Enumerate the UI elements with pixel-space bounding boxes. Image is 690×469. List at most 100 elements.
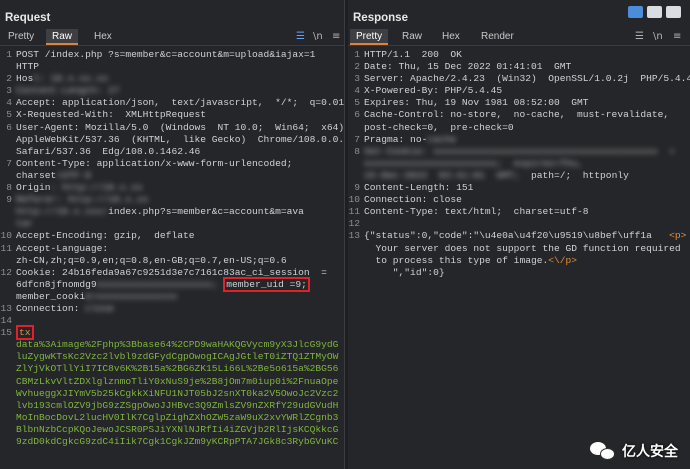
- code-text: Server: Apache/2.4.23 (Win32) OpenSSL/1.…: [364, 73, 690, 85]
- code-line: 5 Expires: Thu, 19 Nov 1981 08:52:00 GMT: [348, 97, 690, 109]
- line-number: 10: [0, 230, 12, 242]
- code-line: lvb193cmlOZV9jbG9zZSgpOwoJJHBvc3Q9ZmlsZV…: [0, 400, 344, 412]
- line-text: Server: Apache/2.4.23 (Win32) OpenSSL/1.…: [360, 73, 690, 85]
- code-line: WvhueggXJIYmV5b25kCgkkXiNFU1NJT05bJ2snXT…: [0, 388, 344, 400]
- line-text: {"status":0,"code":"\u4e0a\u4f20\u9519\u…: [360, 230, 686, 242]
- line-text: Origin: http://10.x.xx: [12, 182, 143, 194]
- redacted-text: : http://10.x.xx: [50, 182, 143, 194]
- line-number: [348, 267, 360, 279]
- line-text: Content-Length: 27: [12, 85, 120, 97]
- code-line: Your server does not support the GD func…: [348, 243, 690, 255]
- split-horizontal-icon[interactable]: [647, 6, 662, 18]
- code-text: Accept-Encoding: gzip, deflate: [16, 230, 195, 242]
- line-text: Expires: Thu, 19 Nov 1981 08:52:00 GMT: [360, 97, 589, 109]
- tab-response-raw[interactable]: Raw: [396, 29, 428, 45]
- line-number: 2: [354, 61, 360, 73]
- wechat-icon: [590, 442, 616, 460]
- line-number: 13: [0, 302, 12, 314]
- code-text: charset: [16, 169, 57, 181]
- highlight-box: member_uid =9;: [223, 276, 310, 292]
- line-number: [0, 376, 12, 388]
- line-text: to process this type of image.<\/p>: [360, 254, 578, 267]
- menu-icon[interactable]: ≡: [332, 31, 340, 42]
- line-text: X-Powered-By: PHP/5.4.45: [360, 85, 502, 97]
- line-text: HTTP: [12, 61, 39, 73]
- line-text: luZygwKTsKc2Vzc2lvbl9zdGFydCgpOwogICAgJG…: [12, 351, 338, 363]
- code-text: X-Powered-By: PHP/5.4.45: [364, 85, 503, 97]
- line-number: 3: [6, 85, 12, 97]
- line-number: [0, 146, 12, 158]
- redacted-text: =UTF-8: [56, 169, 91, 181]
- line-number: [0, 424, 12, 436]
- line-number: [0, 206, 12, 218]
- code-line: 10 Connection: close: [348, 194, 690, 206]
- code-line: 9 Referer: http://10.x.xx: [0, 194, 344, 206]
- line-number: 4: [354, 85, 360, 97]
- code-text: Content-Length: 151: [364, 182, 474, 194]
- redacted-text: http://10.x.xxx/: [16, 206, 109, 218]
- code-text: <p>: [669, 230, 687, 242]
- code-text: data%3Aimage%2Fphp%3Bbase64%2CPD9waHAKQG…: [16, 339, 339, 351]
- code-text: WvhueggXJIYmV5b25kCgkkXiNFU1NJT05bJ2snXT…: [16, 387, 339, 399]
- line-text: tar: [12, 218, 33, 230]
- line-text: Connection: close: [12, 303, 114, 315]
- code-line: 4 Accept: application/json, text/javascri…: [0, 97, 344, 109]
- code-line: charset=UTF-8: [0, 170, 344, 182]
- line-text: Set-Cookie: xxxxxxxxxxxxxxxxxxxxxxxxxxxx…: [360, 146, 675, 158]
- code-line: 6 Cache-Control: no-store, no-cache, must…: [348, 109, 690, 121]
- line-number: 8: [6, 182, 12, 194]
- line-number: [0, 218, 12, 230]
- tab-response-hex[interactable]: Hex: [436, 29, 466, 45]
- line-number: [0, 436, 12, 448]
- line-number: [0, 400, 12, 412]
- code-line: 3 Server: Apache/2.4.23 (Win32) OpenSSL/1…: [348, 73, 690, 85]
- code-text: Cache-Control: no-store, no-cache, must-…: [364, 109, 670, 121]
- menu-icon[interactable]: ≡: [673, 31, 681, 42]
- list-icon[interactable]: ☰: [296, 31, 305, 42]
- newline-icon[interactable]: \n: [653, 31, 663, 42]
- line-text: http://10.x.xxx/index.php?s=member&c=acc…: [12, 206, 304, 218]
- code-text: Content-Type: application/x-www-form-url…: [16, 157, 293, 169]
- line-text: Accept-Language:: [12, 243, 108, 255]
- code-text: to process this type of image.: [364, 254, 549, 266]
- code-text: Content-Type: text/html; charset=utf-8: [364, 206, 589, 218]
- list-icon[interactable]: ☰: [635, 31, 644, 42]
- tab-response-render[interactable]: Render: [475, 29, 520, 45]
- line-number: 12: [348, 218, 360, 230]
- code-line: 6 User-Agent: Mozilla/5.0 (Windows NT 10.…: [0, 122, 344, 134]
- code-line: 11 Content-Type: text/html; charset=utf-8: [348, 206, 690, 218]
- line-text: Date: Thu, 15 Dec 2022 01:41:01 GMT: [360, 61, 571, 73]
- newline-icon[interactable]: \n: [313, 31, 323, 42]
- code-text: POST /index.php ?s=member&c=account&m=up…: [16, 49, 316, 60]
- tab-response-pretty[interactable]: Pretty: [350, 29, 389, 45]
- line-number: [348, 122, 360, 134]
- code-text: Accept: application/json, text/javascrip…: [16, 97, 345, 109]
- tab-request-raw[interactable]: Raw: [46, 29, 79, 45]
- line-number: 11: [0, 242, 12, 254]
- code-text: Your server does not support the GD func…: [364, 242, 681, 254]
- request-editor[interactable]: 1 POST /index.php ?s=member&c=account&m=u…: [0, 49, 344, 448]
- line-text: [360, 218, 364, 230]
- code-line: 12: [348, 218, 690, 230]
- tab-request-hex[interactable]: Hex: [88, 29, 118, 45]
- code-line: 8 Origin: http://10.x.xx: [0, 182, 344, 194]
- code-line: BlbnNzbCcpKQoJewoJCSR0PSJiYXNlNJRfIi4iZG…: [0, 424, 344, 436]
- response-editor[interactable]: 1 HTTP/1.1 200 OK 2 Date: Thu, 15 Dec 2022 …: [348, 49, 690, 279]
- line-text: data%3Aimage%2Fphp%3Bbase64%2CPD9waHAKQG…: [12, 339, 338, 351]
- line-number: 5: [354, 97, 360, 109]
- tab-request-pretty[interactable]: Pretty: [2, 29, 40, 45]
- code-line: luZygwKTsKc2Vzc2lvbl9zdGFydCgpOwogICAgJG…: [0, 351, 344, 363]
- line-number: [0, 61, 12, 73]
- single-pane-icon[interactable]: [666, 6, 681, 18]
- line-number: 14: [0, 315, 12, 327]
- code-line: 2 Date: Thu, 15 Dec 2022 01:41:01 GMT: [348, 61, 690, 73]
- line-text: WvhueggXJIYmV5b25kCgkkXiNFU1NJT05bJ2snXT…: [12, 388, 338, 400]
- line-text: 6dfcn8jfnomdg9xxxxxxxxxxxxxxxxxxxx; memb…: [12, 276, 310, 292]
- line-text: AppleWebKit/537.36 (KHTML, like Gecko) C…: [12, 134, 344, 146]
- code-line: Safari/537.36 Edg/108.0.1462.46: [0, 146, 344, 158]
- line-text: Content-Type: application/x-www-form-url…: [12, 158, 292, 170]
- split-vertical-icon[interactable]: [628, 6, 643, 18]
- code-text: {"status":0,"code":"\u4e0a\u4f20\u9519\u…: [364, 230, 670, 242]
- code-line: data%3Aimage%2Fphp%3Bbase64%2CPD9waHAKQG…: [0, 339, 344, 351]
- code-line: xxxxxxxxxxxxxxxxxxxxxxx; expires=Thu,: [348, 158, 690, 170]
